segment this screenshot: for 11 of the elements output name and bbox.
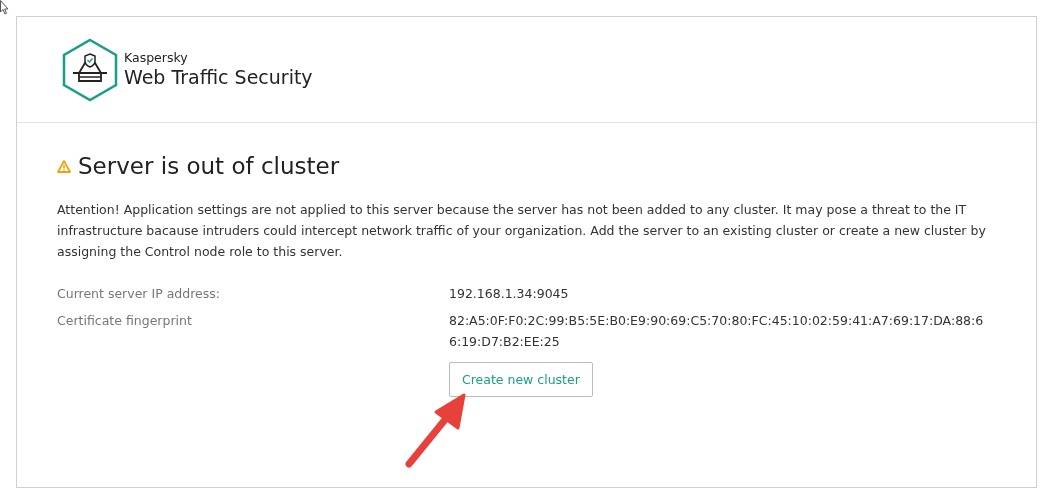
logo-icon [60, 36, 120, 103]
field-label: Current server IP address: [57, 285, 221, 303]
field-label: Certificate fingerprint [57, 312, 193, 330]
create-cluster-button[interactable]: Create new cluster [449, 362, 593, 397]
page-title: Server is out of cluster [78, 153, 340, 179]
field-value: 82:A5:0F:F0:2C:99:B5:5E:B0:E9:90:69:C5:70:80:FC:45:10:02:59:41:A7:69:17:DA:88:66:19:D7:B2:EE:25 [449, 312, 985, 351]
warning-message: Attention! Application settings are not applied to this server because the server has not been added to any cluster. It may pose a threat to the IT infrastructure bacause intruders could intercept network traffic of your organization. Add the server to an existing cluster or create a new cluster by assigning the Control node role to this server. [57, 201, 987, 261]
brand-name: Kaspersky [124, 50, 189, 65]
product-name: Web Traffic Security [124, 65, 313, 89]
field-value: 192.168.1.34:9045 [449, 285, 570, 303]
warning-icon [57, 159, 71, 173]
